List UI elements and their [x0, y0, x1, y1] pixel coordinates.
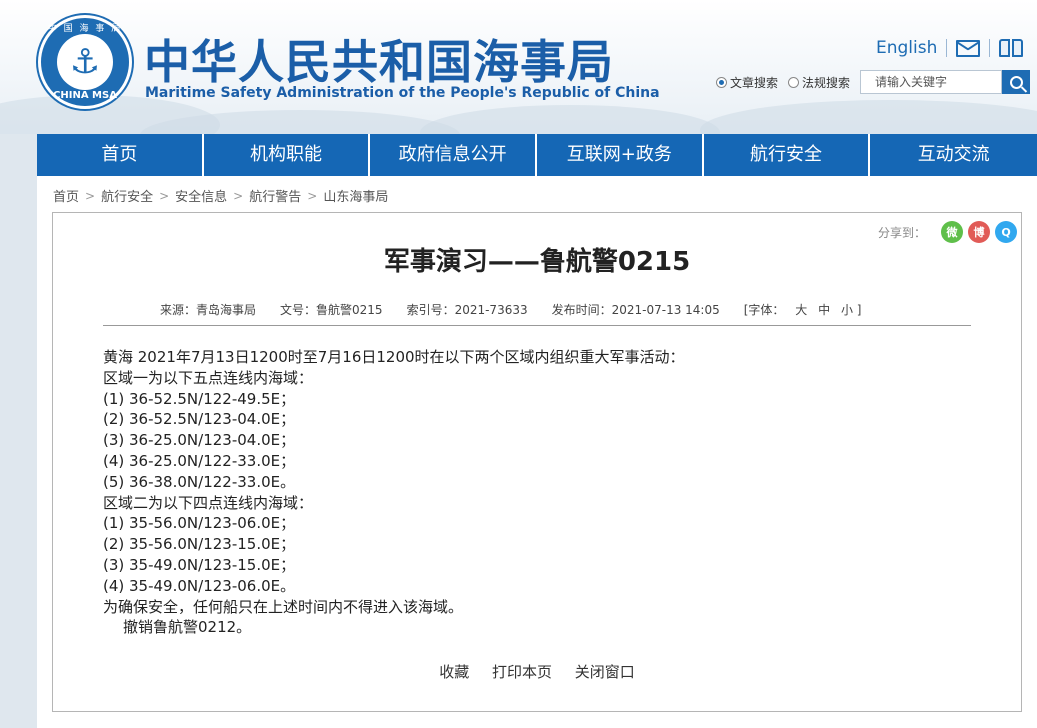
body-line: (1) 35-56.0N/123-06.0E；: [103, 514, 296, 533]
nav-item-functions[interactable]: 机构职能: [204, 134, 371, 176]
chevron-right-icon: >: [233, 188, 244, 203]
breadcrumb-safety-info[interactable]: 安全信息: [175, 186, 227, 205]
weibo-icon[interactable]: 博: [968, 221, 990, 243]
radio-label: 法规搜索: [802, 75, 851, 90]
breadcrumb-home[interactable]: 首页: [53, 186, 79, 205]
article-publish-time: 发布时间：2021-07-13 14:05: [551, 303, 720, 317]
close-window-button[interactable]: 关闭窗口: [575, 663, 635, 681]
body-line: 为确保安全，任何船只在上述时间内不得进入该海域。: [103, 597, 464, 616]
article-actions: 收藏 打印本页 关闭窗口: [53, 661, 1021, 682]
wechat-icon[interactable]: 微: [941, 221, 963, 243]
qq-icon[interactable]: Q: [995, 221, 1017, 243]
article-doc-no: 文号：鲁航警0215: [280, 303, 383, 317]
article-meta: 来源：青岛海事局 文号：鲁航警0215 索引号：2021-73633 发布时间：…: [160, 301, 885, 318]
breadcrumb-navigation-safety[interactable]: 航行安全: [101, 186, 153, 205]
font-small-button[interactable]: 小 ]: [841, 303, 862, 317]
cloud-decoration: [700, 100, 1037, 134]
body-line: (3) 36-25.0N/123-04.0E；: [103, 431, 296, 450]
search-input[interactable]: [860, 70, 1003, 94]
chevron-right-icon: >: [85, 188, 96, 203]
chevron-right-icon: >: [307, 188, 318, 203]
body-line: 撤销鲁航警0212。: [123, 618, 252, 637]
share-bar: 分享到： 微 博 Q: [878, 221, 1017, 243]
body-line: (4) 35-49.0N/123-06.0E。: [103, 576, 296, 595]
site-title-cn: 中华人民共和国海事局: [144, 35, 614, 89]
print-button[interactable]: 打印本页: [492, 663, 552, 681]
cloud-decoration: [420, 105, 720, 134]
content-panel: 首页 > 航行安全 > 安全信息 > 航行警告 > 山东海事局 分享到： 微 博…: [37, 176, 1037, 728]
breadcrumb-shandong[interactable]: 山东海事局: [323, 186, 388, 205]
body-line: (4) 36-25.0N/122-33.0E；: [103, 451, 296, 470]
font-size-control: [字体： 大 中 小 ]: [744, 301, 862, 318]
nav-item-home[interactable]: 首页: [37, 134, 204, 176]
font-medium-button[interactable]: 中: [818, 303, 830, 317]
site-header: 中 国 海 事 局 ⚓ CHINA MSA 中华人民共和国海事局 Maritim…: [0, 0, 1037, 134]
site-title-en: Maritime Safety Administration of the Pe…: [145, 85, 660, 101]
font-large-button[interactable]: 大: [795, 303, 807, 317]
search-button[interactable]: [1002, 70, 1031, 94]
body-line: (2) 36-52.5N/123-04.0E；: [103, 410, 296, 429]
nav-item-interaction[interactable]: 互动交流: [870, 134, 1037, 176]
article-box: 分享到： 微 博 Q 军事演习——鲁航警0215 来源：青岛海事局 文号：鲁航警…: [52, 212, 1022, 712]
radio-law-search[interactable]: 法规搜索: [788, 74, 850, 91]
nav-item-gov-info[interactable]: 政府信息公开: [370, 134, 538, 176]
radio-dot[interactable]: [788, 76, 800, 88]
english-link[interactable]: English: [876, 38, 937, 58]
breadcrumb-nav-warning[interactable]: 航行警告: [249, 186, 301, 205]
divider: [946, 39, 948, 57]
anchor-icon: ⚓: [69, 42, 101, 82]
radio-label: 文章搜索: [730, 75, 779, 90]
article-title: 军事演习——鲁航警0215: [383, 247, 691, 277]
book-icon[interactable]: [999, 39, 1024, 57]
body-line: (2) 35-56.0N/123-15.0E；: [103, 535, 296, 554]
search-area: 文章搜索 法规搜索: [716, 70, 1031, 94]
article-index-no: 索引号：2021-73633: [406, 303, 528, 317]
body-line: (1) 36-52.5N/122-49.5E；: [103, 389, 296, 408]
body-line: 区域二为以下四点连线内海域：: [103, 493, 314, 512]
font-label: [字体：: [743, 303, 785, 317]
body-line: (3) 35-49.0N/123-15.0E；: [103, 555, 296, 574]
logo-en-text: CHINA MSA: [53, 90, 117, 101]
breadcrumb: 首页 > 航行安全 > 安全信息 > 航行警告 > 山东海事局: [53, 186, 388, 206]
radio-article-search[interactable]: 文章搜索: [716, 74, 778, 91]
search-icon: [1009, 75, 1023, 89]
mail-icon[interactable]: [956, 39, 981, 57]
body-line: (5) 36-38.0N/122-33.0E。: [103, 472, 296, 491]
article-body: 黄海 2021年7月13日1200时至7月16日1200时在以下两个区域内组织重…: [103, 347, 973, 638]
body-line: 区域一为以下五点连线内海域：: [103, 368, 314, 387]
divider: [103, 325, 971, 326]
top-links: English: [876, 36, 1024, 60]
logo-cn-text: 中 国 海 事 局: [47, 24, 123, 34]
divider: [989, 39, 991, 57]
main-nav: 首页 机构职能 政府信息公开 互联网+政务 航行安全 互动交流: [37, 134, 1037, 176]
nav-item-internet-gov[interactable]: 互联网+政务: [537, 134, 704, 176]
favorite-button[interactable]: 收藏: [439, 663, 469, 681]
nav-item-navigation-safety[interactable]: 航行安全: [704, 134, 871, 176]
msa-logo[interactable]: 中 国 海 事 局 ⚓ CHINA MSA: [38, 15, 132, 109]
share-label: 分享到：: [877, 225, 926, 240]
body-line: 黄海 2021年7月13日1200时至7月16日1200时在以下两个区域内组织重…: [103, 348, 685, 366]
chevron-right-icon: >: [159, 188, 170, 203]
radio-dot-selected[interactable]: [716, 76, 727, 88]
article-source: 来源：青岛海事局: [160, 303, 257, 317]
